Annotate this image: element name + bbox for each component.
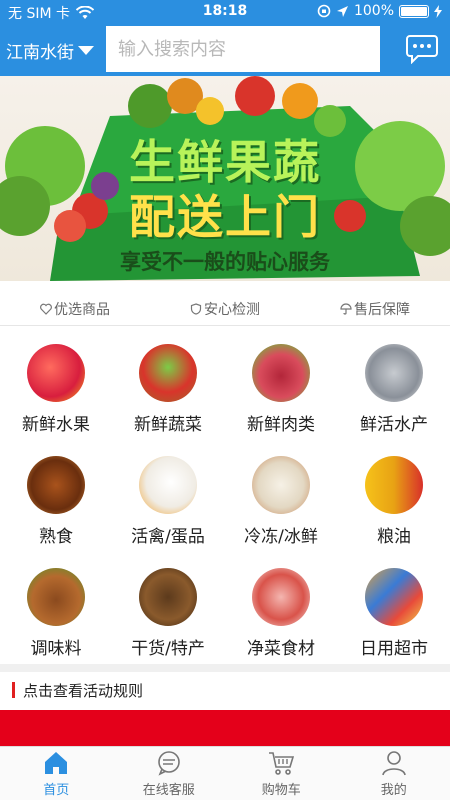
battery-percent: 100% <box>353 3 394 19</box>
battery-icon <box>399 4 429 18</box>
tab-label: 首页 <box>43 783 70 798</box>
user-icon <box>381 751 406 776</box>
tab-cart[interactable]: 购物车 <box>225 747 338 800</box>
dried-goods-icon <box>139 568 197 626</box>
tab-label: 我的 <box>380 783 407 798</box>
category-fresh-fruit[interactable]: 新鲜水果 <box>0 336 112 446</box>
umbrella-icon <box>340 302 352 315</box>
category-prepared-veg[interactable]: 净菜食材 <box>225 560 337 670</box>
tab-home[interactable]: 首页 <box>0 747 113 800</box>
tab-customer-service[interactable]: 在线客服 <box>113 747 226 800</box>
category-frozen[interactable]: 冷冻/冰鲜 <box>225 448 337 558</box>
shield-icon <box>190 302 202 315</box>
promo-strip[interactable] <box>0 710 450 746</box>
banner-title-2: 配送上门 <box>129 190 321 244</box>
charging-icon <box>434 4 442 18</box>
category-label: 活禽/蛋品 <box>131 527 205 547</box>
activity-rules-text: 点击查看活动规则 <box>23 681 144 700</box>
chevron-down-icon <box>78 46 94 55</box>
category-label: 鲜活水产 <box>360 415 428 435</box>
category-daily-supermarket[interactable]: 日用超市 <box>338 560 450 670</box>
category-seasoning[interactable]: 调味料 <box>0 560 112 670</box>
rotation-lock-icon <box>317 4 331 18</box>
category-label: 新鲜水果 <box>22 415 90 435</box>
category-label: 新鲜肉类 <box>247 415 315 435</box>
tab-profile[interactable]: 我的 <box>338 747 450 800</box>
frozen-icon <box>252 456 310 514</box>
category-label: 调味料 <box>30 639 82 659</box>
heart-icon <box>40 303 52 315</box>
chat-icon <box>157 751 180 776</box>
category-seafood[interactable]: 鲜活水产 <box>338 336 450 446</box>
category-label: 干货/特产 <box>131 639 205 659</box>
search-input[interactable] <box>106 26 380 72</box>
category-label: 新鲜蔬菜 <box>134 415 202 435</box>
status-right: 100% <box>317 3 442 19</box>
prepared-veg-icon <box>252 568 310 626</box>
top-header: 江南水街 <box>0 24 450 76</box>
category-dried-goods[interactable]: 干货/特产 <box>112 560 224 670</box>
fish-icon <box>365 344 423 402</box>
cooked-food-icon <box>27 456 85 514</box>
category-fresh-vegetables[interactable]: 新鲜蔬菜 <box>112 336 224 446</box>
category-poultry-eggs[interactable]: 活禽/蛋品 <box>112 448 224 558</box>
category-label: 冷冻/冰鲜 <box>244 527 318 547</box>
feature-label: 优选商品 <box>54 301 110 318</box>
feature-label: 安心检测 <box>204 301 260 318</box>
category-label: 日用超市 <box>360 639 428 659</box>
cart-icon <box>269 752 295 775</box>
spice-icon <box>27 568 85 626</box>
oil-icon <box>365 456 423 514</box>
feature-item: 售后保障 <box>340 299 410 319</box>
location-arrow-icon <box>336 5 348 17</box>
vegetable-icon <box>139 344 197 402</box>
promo-banner[interactable]: 生鲜果蔬 配送上门 享受不一般的贴心服务 <box>0 76 450 281</box>
location-selector[interactable]: 江南水街 <box>6 38 94 63</box>
tab-label: 在线客服 <box>142 783 195 798</box>
accent-bar <box>12 682 15 698</box>
message-icon[interactable] <box>406 34 438 64</box>
category-label: 净菜食材 <box>247 639 315 659</box>
fruit-icon <box>27 344 85 402</box>
location-label: 江南水街 <box>6 43 74 63</box>
supermarket-icon <box>365 568 423 626</box>
feature-item: 安心检测 <box>190 299 260 319</box>
tab-label: 购物车 <box>261 783 301 798</box>
activity-rules-link[interactable]: 点击查看活动规则 <box>0 672 450 708</box>
feature-strip: 优选商品 安心检测 售后保障 <box>0 292 450 326</box>
category-fresh-meat[interactable]: 新鲜肉类 <box>225 336 337 446</box>
bottom-tab-bar: 首页 在线客服 购物车 我的 <box>0 746 450 800</box>
section-divider <box>0 664 450 672</box>
status-bar: 无 SIM 卡 18:18 100% <box>0 0 450 24</box>
home-icon <box>45 752 68 774</box>
meat-icon <box>252 344 310 402</box>
feature-label: 售后保障 <box>354 301 410 318</box>
category-label: 粮油 <box>377 527 411 547</box>
feature-item: 优选商品 <box>40 299 110 319</box>
category-label: 熟食 <box>39 527 73 547</box>
category-grain-oil[interactable]: 粮油 <box>338 448 450 558</box>
poultry-icon <box>139 456 197 514</box>
banner-subtitle: 享受不一般的贴心服务 <box>120 250 330 274</box>
category-cooked-food[interactable]: 熟食 <box>0 448 112 558</box>
